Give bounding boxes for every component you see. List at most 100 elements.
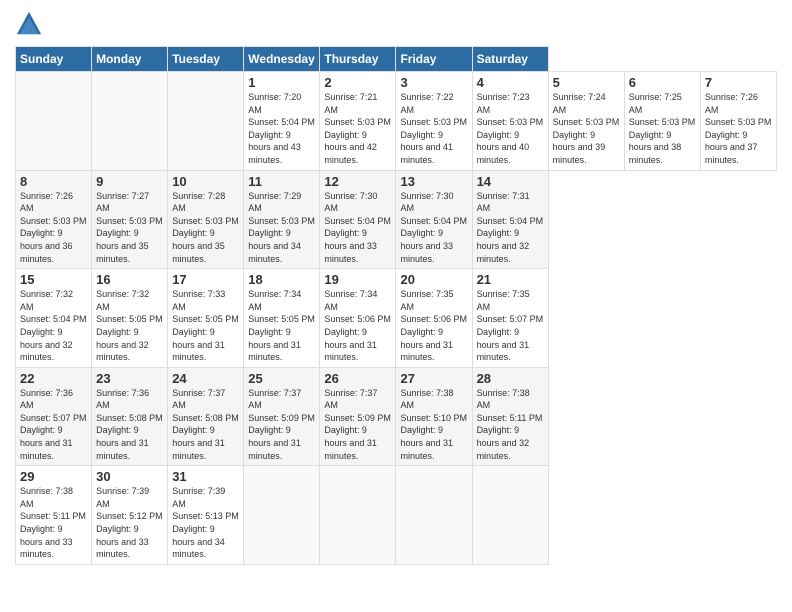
day-cell (244, 466, 320, 565)
day-info: Sunrise: 7:32 AMSunset: 5:04 PMDaylight:… (20, 289, 87, 362)
day-number: 27 (400, 371, 467, 386)
week-row-3: 15Sunrise: 7:32 AMSunset: 5:04 PMDayligh… (16, 269, 777, 368)
day-cell: 24 Sunrise: 7:37 AMSunset: 5:08 PMDayligh… (168, 367, 244, 466)
day-info: Sunrise: 7:37 AMSunset: 5:09 PMDaylight:… (324, 388, 391, 461)
day-number: 26 (324, 371, 391, 386)
day-number: 11 (248, 174, 315, 189)
day-cell (396, 466, 472, 565)
day-number: 6 (629, 75, 696, 90)
day-info: Sunrise: 7:34 AMSunset: 5:05 PMDaylight:… (248, 289, 315, 362)
day-cell: 11 Sunrise: 7:29 AMSunset: 5:03 PMDayligh… (244, 170, 320, 269)
day-number: 10 (172, 174, 239, 189)
day-info: Sunrise: 7:23 AMSunset: 5:03 PMDaylight:… (477, 92, 544, 165)
week-row-4: 22 Sunrise: 7:36 AMSunset: 5:07 PMDayligh… (16, 367, 777, 466)
week-row-1: 1 Sunrise: 7:20 AMSunset: 5:04 PMDaylight… (16, 72, 777, 171)
col-header-saturday: Saturday (472, 47, 548, 72)
logo-icon (15, 10, 43, 38)
col-header-sunday: Sunday (16, 47, 92, 72)
day-cell: 15Sunrise: 7:32 AMSunset: 5:04 PMDayligh… (16, 269, 92, 368)
day-info: Sunrise: 7:39 AMSunset: 5:13 PMDaylight:… (172, 486, 239, 559)
day-info: Sunrise: 7:25 AMSunset: 5:03 PMDaylight:… (629, 92, 696, 165)
day-info: Sunrise: 7:37 AMSunset: 5:08 PMDaylight:… (172, 388, 239, 461)
day-cell: 21 Sunrise: 7:35 AMSunset: 5:07 PMDayligh… (472, 269, 548, 368)
day-info: Sunrise: 7:35 AMSunset: 5:07 PMDaylight:… (477, 289, 544, 362)
day-info: Sunrise: 7:31 AMSunset: 5:04 PMDaylight:… (477, 191, 544, 264)
day-info: Sunrise: 7:32 AMSunset: 5:05 PMDaylight:… (96, 289, 163, 362)
day-number: 28 (477, 371, 544, 386)
day-cell: 13Sunrise: 7:30 AMSunset: 5:04 PMDayligh… (396, 170, 472, 269)
day-cell: 1 Sunrise: 7:20 AMSunset: 5:04 PMDaylight… (244, 72, 320, 171)
day-cell (92, 72, 168, 171)
day-cell: 28Sunrise: 7:38 AMSunset: 5:11 PMDayligh… (472, 367, 548, 466)
day-number: 1 (248, 75, 315, 90)
day-cell: 14 Sunrise: 7:31 AMSunset: 5:04 PMDayligh… (472, 170, 548, 269)
day-info: Sunrise: 7:36 AMSunset: 5:08 PMDaylight:… (96, 388, 163, 461)
calendar-table: SundayMondayTuesdayWednesdayThursdayFrid… (15, 46, 777, 565)
day-info: Sunrise: 7:38 AMSunset: 5:11 PMDaylight:… (20, 486, 86, 559)
day-cell: 3 Sunrise: 7:22 AMSunset: 5:03 PMDaylight… (396, 72, 472, 171)
day-cell: 18 Sunrise: 7:34 AMSunset: 5:05 PMDayligh… (244, 269, 320, 368)
day-number: 25 (248, 371, 315, 386)
day-cell: 2Sunrise: 7:21 AMSunset: 5:03 PMDaylight… (320, 72, 396, 171)
day-number: 5 (553, 75, 620, 90)
day-info: Sunrise: 7:27 AMSunset: 5:03 PMDaylight:… (96, 191, 163, 264)
day-info: Sunrise: 7:29 AMSunset: 5:03 PMDaylight:… (248, 191, 315, 264)
day-cell (320, 466, 396, 565)
day-info: Sunrise: 7:34 AMSunset: 5:06 PMDaylight:… (324, 289, 391, 362)
day-cell (168, 72, 244, 171)
header-row: SundayMondayTuesdayWednesdayThursdayFrid… (16, 47, 777, 72)
day-number: 3 (400, 75, 467, 90)
calendar-page: SundayMondayTuesdayWednesdayThursdayFrid… (0, 0, 792, 612)
day-number: 23 (96, 371, 163, 386)
day-number: 8 (20, 174, 87, 189)
day-number: 2 (324, 75, 391, 90)
day-cell: 9 Sunrise: 7:27 AMSunset: 5:03 PMDaylight… (92, 170, 168, 269)
day-info: Sunrise: 7:24 AMSunset: 5:03 PMDaylight:… (553, 92, 620, 165)
col-header-thursday: Thursday (320, 47, 396, 72)
day-cell: 17 Sunrise: 7:33 AMSunset: 5:05 PMDayligh… (168, 269, 244, 368)
day-cell: 22 Sunrise: 7:36 AMSunset: 5:07 PMDayligh… (16, 367, 92, 466)
day-info: Sunrise: 7:26 AMSunset: 5:03 PMDaylight:… (705, 92, 772, 165)
day-info: Sunrise: 7:36 AMSunset: 5:07 PMDaylight:… (20, 388, 87, 461)
day-cell: 6 Sunrise: 7:25 AMSunset: 5:03 PMDaylight… (624, 72, 700, 171)
day-cell: 31Sunrise: 7:39 AMSunset: 5:13 PMDayligh… (168, 466, 244, 565)
day-number: 22 (20, 371, 87, 386)
day-number: 9 (96, 174, 163, 189)
day-number: 30 (96, 469, 163, 484)
day-number: 14 (477, 174, 544, 189)
day-cell: 27 Sunrise: 7:38 AMSunset: 5:10 PMDayligh… (396, 367, 472, 466)
day-cell: 23 Sunrise: 7:36 AMSunset: 5:08 PMDayligh… (92, 367, 168, 466)
day-cell: 19Sunrise: 7:34 AMSunset: 5:06 PMDayligh… (320, 269, 396, 368)
day-cell: 4Sunrise: 7:23 AMSunset: 5:03 PMDaylight… (472, 72, 548, 171)
day-info: Sunrise: 7:38 AMSunset: 5:10 PMDaylight:… (400, 388, 467, 461)
day-cell: 12Sunrise: 7:30 AMSunset: 5:04 PMDayligh… (320, 170, 396, 269)
day-info: Sunrise: 7:39 AMSunset: 5:12 PMDaylight:… (96, 486, 163, 559)
col-header-monday: Monday (92, 47, 168, 72)
day-cell: 8Sunrise: 7:26 AMSunset: 5:03 PMDaylight… (16, 170, 92, 269)
col-header-friday: Friday (396, 47, 472, 72)
header (15, 10, 777, 38)
day-number: 13 (400, 174, 467, 189)
col-header-wednesday: Wednesday (244, 47, 320, 72)
week-row-5: 29 Sunrise: 7:38 AMSunset: 5:11 PMDayligh… (16, 466, 777, 565)
day-number: 24 (172, 371, 239, 386)
day-number: 16 (96, 272, 163, 287)
day-info: Sunrise: 7:28 AMSunset: 5:03 PMDaylight:… (172, 191, 239, 264)
day-cell: 20Sunrise: 7:35 AMSunset: 5:06 PMDayligh… (396, 269, 472, 368)
day-info: Sunrise: 7:22 AMSunset: 5:03 PMDaylight:… (400, 92, 467, 165)
day-number: 18 (248, 272, 315, 287)
day-info: Sunrise: 7:20 AMSunset: 5:04 PMDaylight:… (248, 92, 315, 165)
day-cell (472, 466, 548, 565)
week-row-2: 8Sunrise: 7:26 AMSunset: 5:03 PMDaylight… (16, 170, 777, 269)
day-cell (16, 72, 92, 171)
day-cell: 26 Sunrise: 7:37 AMSunset: 5:09 PMDayligh… (320, 367, 396, 466)
day-cell: 10 Sunrise: 7:28 AMSunset: 5:03 PMDayligh… (168, 170, 244, 269)
day-number: 29 (20, 469, 87, 484)
day-info: Sunrise: 7:33 AMSunset: 5:05 PMDaylight:… (172, 289, 239, 362)
day-number: 20 (400, 272, 467, 287)
day-cell: 7Sunrise: 7:26 AMSunset: 5:03 PMDaylight… (700, 72, 776, 171)
day-cell: 5 Sunrise: 7:24 AMSunset: 5:03 PMDaylight… (548, 72, 624, 171)
day-number: 21 (477, 272, 544, 287)
day-cell: 29 Sunrise: 7:38 AMSunset: 5:11 PMDayligh… (16, 466, 92, 565)
day-number: 17 (172, 272, 239, 287)
